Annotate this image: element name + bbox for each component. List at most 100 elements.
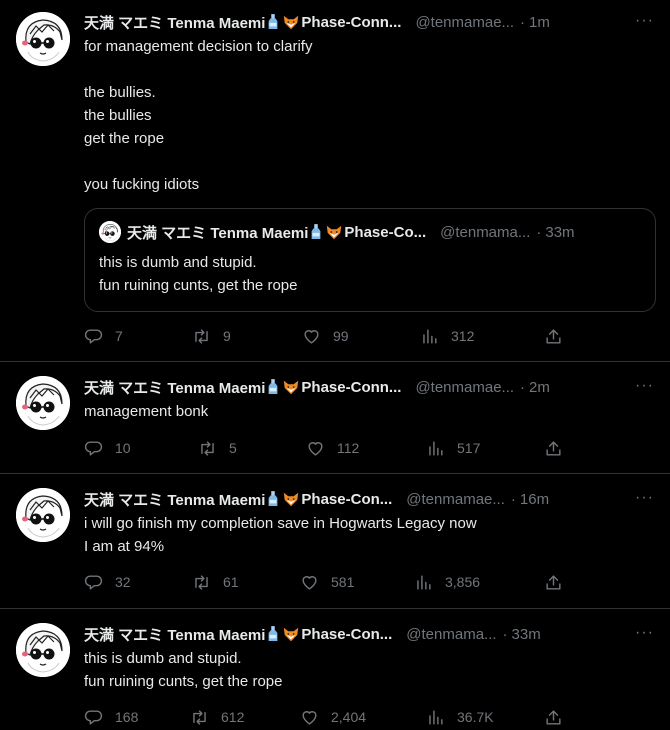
timestamp[interactable]: 33m <box>512 626 541 643</box>
more-icon[interactable]: ··· <box>635 377 654 395</box>
bottle-emoji <box>266 490 280 508</box>
bottle-emoji <box>309 223 323 241</box>
views-button[interactable]: 36.7K <box>426 707 494 727</box>
avatar[interactable] <box>16 488 70 542</box>
like-button[interactable]: 581 <box>300 572 354 592</box>
like-count: 99 <box>333 328 349 344</box>
retweet-button[interactable]: 9 <box>192 326 231 346</box>
fox-emoji <box>282 625 300 643</box>
share-icon <box>544 573 563 592</box>
views-icon <box>420 327 439 346</box>
avatar[interactable] <box>16 623 70 677</box>
tweet[interactable]: 天満 マエミ Tenma Maemi Phase-Conn... @tenmam… <box>0 362 670 474</box>
reply-count: 168 <box>115 709 139 725</box>
avatar[interactable] <box>16 12 70 66</box>
action-bar: 10 5 112 517 <box>84 438 586 458</box>
share-button[interactable] <box>544 326 563 346</box>
reply-button[interactable]: 168 <box>84 707 138 727</box>
view-count: 312 <box>451 328 475 344</box>
handle[interactable]: @tenmama... <box>406 626 496 643</box>
tweet-text: for management decision to clarify the b… <box>84 38 313 193</box>
reply-icon <box>84 573 103 592</box>
display-name[interactable]: 天満 マエミ Tenma Maemi <box>84 624 265 645</box>
display-name[interactable]: 天満 マエミ Tenma Maemi <box>84 489 265 510</box>
like-button[interactable]: 2,404 <box>300 707 366 727</box>
bottle-emoji <box>266 625 280 643</box>
timestamp[interactable]: 16m <box>520 491 549 508</box>
timestamp[interactable]: 1m <box>529 14 550 31</box>
tweet[interactable]: 天満 マエミ Tenma Maemi Phase-Conn... @tenmam… <box>0 0 670 362</box>
tweet-header: 天満 マエミ Tenma Maemi Phase-Conn... @tenmam… <box>84 375 654 399</box>
share-icon <box>544 708 563 727</box>
quoted-tweet[interactable]: 天満 マエミ Tenma Maemi Phase-Co... @tenmama.… <box>84 208 656 312</box>
display-name[interactable]: 天満 マエミ Tenma Maemi <box>84 12 265 33</box>
tweet[interactable]: 天満 マエミ Tenma Maemi Phase-Con... @tenmama… <box>0 474 670 609</box>
like-count: 581 <box>331 574 355 590</box>
bottle-emoji <box>266 13 280 31</box>
retweet-button[interactable]: 61 <box>192 572 239 592</box>
display-name[interactable]: 天満 マエミ Tenma Maemi <box>84 377 265 398</box>
avatar[interactable] <box>16 376 70 430</box>
heart-icon <box>306 439 325 458</box>
retweet-count: 5 <box>229 440 237 456</box>
heart-icon <box>300 708 319 727</box>
reply-button[interactable]: 10 <box>84 438 131 458</box>
tweet-text: management bonk <box>84 403 209 420</box>
retweet-icon <box>192 327 211 346</box>
more-icon[interactable]: ··· <box>635 624 654 642</box>
share-button[interactable] <box>544 438 563 458</box>
timestamp: 33m <box>545 223 575 241</box>
views-icon <box>426 439 445 458</box>
more-icon[interactable]: ··· <box>635 489 654 507</box>
retweet-icon <box>190 708 209 727</box>
views-button[interactable]: 517 <box>426 438 480 458</box>
retweet-icon <box>192 573 211 592</box>
display-name-suffix[interactable]: Phase-Conn... <box>301 14 401 31</box>
fox-emoji <box>282 378 300 396</box>
handle[interactable]: @tenmamae... <box>415 379 514 396</box>
tweet-text: i will go finish my completion save in H… <box>84 515 477 555</box>
separator-dot: · <box>510 490 516 508</box>
reply-icon <box>84 439 103 458</box>
separator-dot: · <box>520 13 526 31</box>
display-name-suffix[interactable]: Phase-Conn... <box>301 379 401 396</box>
share-icon <box>544 439 563 458</box>
heart-icon <box>300 573 319 592</box>
reply-icon <box>84 708 103 727</box>
action-bar: 32 61 581 3,856 <box>84 572 586 592</box>
separator-dot: · <box>520 378 526 396</box>
timestamp[interactable]: 2m <box>529 379 550 396</box>
quoted-tweet-header: 天満 マエミ Tenma Maemi Phase-Co... @tenmama.… <box>99 221 575 243</box>
reply-icon <box>84 327 103 346</box>
bottle-emoji <box>266 378 280 396</box>
views-button[interactable]: 3,856 <box>414 572 480 592</box>
like-count: 2,404 <box>331 709 367 725</box>
tweet[interactable]: 天満 マエミ Tenma Maemi Phase-Con... @tenmama… <box>0 609 670 730</box>
display-name-suffix[interactable]: Phase-Con... <box>301 491 392 508</box>
fox-emoji <box>282 490 300 508</box>
action-bar: 7 9 99 312 <box>84 326 586 346</box>
handle: @tenmama... <box>440 223 531 241</box>
view-count: 3,856 <box>445 574 481 590</box>
reply-button[interactable]: 32 <box>84 572 131 592</box>
like-button[interactable]: 112 <box>306 438 359 458</box>
handle[interactable]: @tenmamae... <box>406 491 505 508</box>
retweet-button[interactable]: 612 <box>190 707 244 727</box>
share-button[interactable] <box>544 707 563 727</box>
separator-dot: · <box>536 223 542 241</box>
share-button[interactable] <box>544 572 563 592</box>
fox-emoji <box>282 13 300 31</box>
like-button[interactable]: 99 <box>302 326 349 346</box>
handle[interactable]: @tenmamae... <box>415 14 514 31</box>
views-button[interactable]: 312 <box>420 326 474 346</box>
reply-button[interactable]: 7 <box>84 326 123 346</box>
display-name-suffix[interactable]: Phase-Con... <box>301 626 392 643</box>
views-icon <box>414 573 433 592</box>
reply-count: 7 <box>115 328 123 344</box>
quoted-tweet-text: this is dumb and stupid. fun ruining cun… <box>99 254 298 294</box>
more-icon[interactable]: ··· <box>635 12 654 30</box>
fox-emoji <box>325 223 343 241</box>
share-icon <box>544 327 563 346</box>
retweet-button[interactable]: 5 <box>198 438 237 458</box>
views-icon <box>426 708 445 727</box>
